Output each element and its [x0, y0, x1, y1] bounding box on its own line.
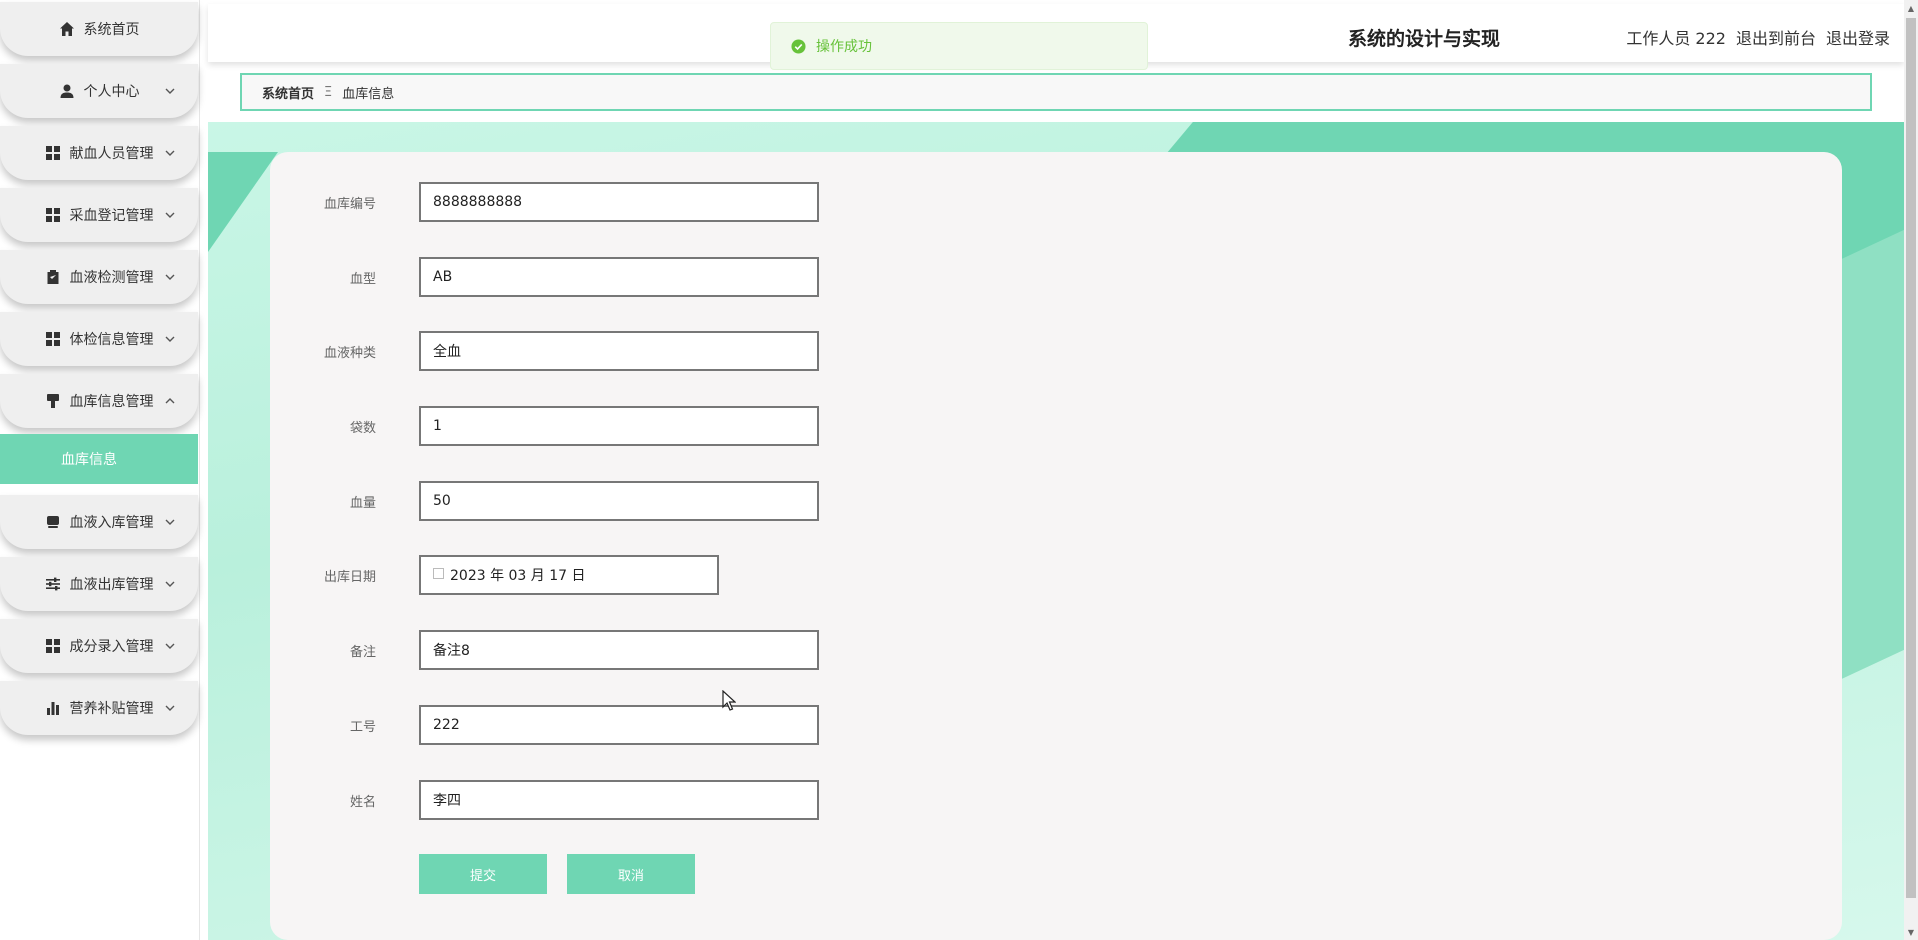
grid-icon: [45, 145, 61, 161]
home-icon: [59, 21, 75, 37]
cancel-button[interactable]: 取消: [567, 854, 695, 894]
date-value: 2023 年 03 月 17 日: [450, 568, 586, 584]
sliders-icon: [45, 576, 61, 592]
blood-volume-input[interactable]: 50: [419, 481, 819, 521]
chevron-down-icon: [164, 702, 176, 714]
form-row-remark: 备注 备注8: [270, 630, 1170, 670]
chevron-down-icon: [164, 640, 176, 652]
vertical-scrollbar[interactable]: ▲ ▼: [1904, 0, 1918, 940]
submit-button[interactable]: 提交: [419, 854, 547, 894]
inbox-icon: [45, 514, 61, 530]
sidebar-item-label: 血库信息管理: [69, 394, 154, 410]
form-row-blood-category: 血液种类 全血: [270, 331, 1170, 371]
header-user-actions: 工作人员 222 退出到前台 退出登录: [1626, 25, 1890, 49]
field-label: 姓名: [349, 794, 376, 810]
date-checkbox[interactable]: [433, 567, 444, 579]
chevron-down-icon: [164, 209, 176, 221]
breadcrumb-separator: Ξ: [324, 84, 333, 100]
form-card: 血库编号 8888888888 血型 AB 血液种类 全血 袋数 1 血量 50…: [270, 152, 1842, 940]
sidebar-item-nutrition-subsidy-management[interactable]: 营养补贴管理: [0, 681, 198, 735]
bar-chart-icon: [45, 700, 61, 716]
success-toast: 操作成功: [770, 22, 1148, 70]
clipboard-icon: [45, 269, 61, 285]
chevron-down-icon: [164, 85, 176, 97]
grid-icon: [45, 331, 61, 347]
logout-link[interactable]: 退出登录: [1826, 25, 1890, 49]
decorative-triangle: [208, 152, 278, 252]
sidebar-item-label: 血液入库管理: [69, 515, 154, 531]
user-label: 工作人员 222: [1626, 29, 1726, 48]
sidebar-item-label: 系统首页: [83, 22, 140, 38]
chevron-down-icon: [164, 333, 176, 345]
sidebar-item-blood-outbound-management[interactable]: 血液出库管理: [0, 557, 198, 611]
sidebar-item-label: 个人中心: [83, 84, 140, 100]
toast-message: 操作成功: [816, 39, 872, 55]
form-row-staff-id: 工号 222: [270, 705, 1170, 745]
form-row-outbound-date: 出库日期 2023 年 03 月 17 日: [270, 555, 1170, 595]
sidebar-item-label: 体检信息管理: [69, 332, 154, 348]
breadcrumb: 系统首页 Ξ 血库信息: [240, 73, 1872, 111]
sidebar-item-home[interactable]: 系统首页: [0, 2, 198, 56]
sidebar-item-label: 成分录入管理: [69, 639, 154, 655]
form-row-bag-count: 袋数 1: [270, 406, 1170, 446]
name-input[interactable]: 李四: [419, 780, 819, 820]
sidebar-item-collection-management[interactable]: 采血登记管理: [0, 188, 198, 242]
staff-id-input[interactable]: 222: [419, 705, 819, 745]
sidebar-item-component-entry-management[interactable]: 成分录入管理: [0, 619, 198, 673]
form-row-blood-bank-id: 血库编号 8888888888: [270, 182, 1170, 222]
field-label: 血型: [349, 271, 376, 287]
sidebar-item-physical-exam-management[interactable]: 体检信息管理: [0, 312, 198, 366]
scroll-down-icon[interactable]: ▼: [1904, 924, 1918, 940]
exit-to-front-link[interactable]: 退出到前台: [1736, 25, 1816, 49]
field-label: 袋数: [349, 420, 376, 436]
field-label: 血量: [349, 495, 376, 511]
field-label: 出库日期: [323, 569, 376, 585]
check-circle-icon: [791, 38, 806, 54]
user-icon: [59, 83, 75, 99]
form-row-blood-type: 血型 AB: [270, 257, 1170, 297]
scroll-up-icon[interactable]: ▲: [1904, 0, 1918, 16]
grid-icon: [45, 207, 61, 223]
outbound-date-input[interactable]: 2023 年 03 月 17 日: [419, 555, 719, 595]
grid-icon: [45, 638, 61, 654]
blood-category-input[interactable]: 全血: [419, 331, 819, 371]
breadcrumb-home[interactable]: 系统首页: [262, 83, 314, 102]
chevron-down-icon: [164, 516, 176, 528]
blood-type-input[interactable]: AB: [419, 257, 819, 297]
field-label: 血库编号: [323, 196, 376, 212]
sidebar: 系统首页 个人中心 献血人员管理 采血登记管理 血液检测管理 体检信息管理 血库…: [0, 0, 200, 940]
sidebar-item-blood-storage-management[interactable]: 血液入库管理: [0, 495, 198, 549]
sidebar-subitem-blood-bank-info[interactable]: 血库信息: [0, 434, 198, 484]
scrollbar-thumb[interactable]: [1906, 18, 1916, 898]
chevron-down-icon: [164, 578, 176, 590]
form-row-name: 姓名 李四: [270, 780, 1170, 820]
sidebar-item-personal-center[interactable]: 个人中心: [0, 64, 198, 118]
mouse-cursor-icon: [722, 690, 736, 711]
sidebar-item-blood-bank-management[interactable]: 血库信息管理: [0, 374, 198, 428]
sidebar-item-label: 献血人员管理: [69, 146, 154, 162]
field-label: 工号: [349, 719, 376, 735]
chevron-down-icon: [164, 271, 176, 283]
bag-count-input[interactable]: 1: [419, 406, 819, 446]
brush-icon: [45, 393, 61, 409]
form-row-blood-volume: 血量 50: [270, 481, 1170, 521]
sidebar-subitem-label: 血库信息: [61, 452, 117, 468]
remark-input[interactable]: 备注8: [419, 630, 819, 670]
chevron-up-icon: [164, 395, 176, 407]
sidebar-item-label: 血液出库管理: [69, 577, 154, 593]
blood-bank-id-input[interactable]: 8888888888: [419, 182, 819, 222]
sidebar-item-label: 血液检测管理: [69, 270, 154, 286]
sidebar-item-label: 营养补贴管理: [69, 701, 154, 717]
sidebar-item-label: 采血登记管理: [69, 208, 154, 224]
system-title: 系统的设计与实现: [1348, 28, 1501, 50]
sidebar-item-blood-test-management[interactable]: 血液检测管理: [0, 250, 198, 304]
breadcrumb-current: 血库信息: [342, 86, 395, 102]
field-label: 血液种类: [323, 345, 376, 361]
chevron-down-icon: [164, 147, 176, 159]
sidebar-item-donor-management[interactable]: 献血人员管理: [0, 126, 198, 180]
field-label: 备注: [349, 644, 376, 660]
